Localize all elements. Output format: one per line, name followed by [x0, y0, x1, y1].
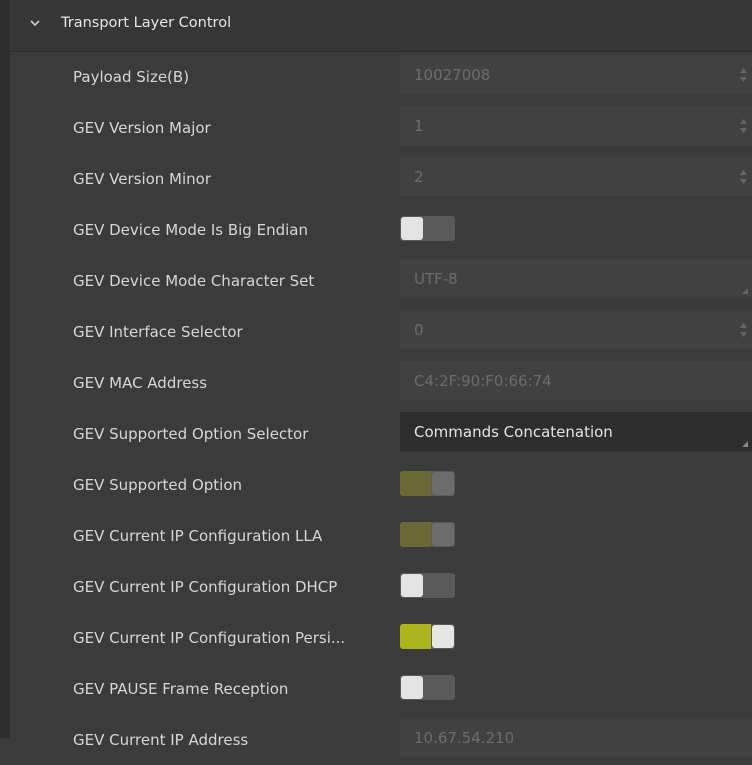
- spin-arrows-icon: [740, 323, 747, 337]
- field-value: C4:2F:90:F0:66:74: [414, 371, 552, 390]
- field-value: 10027008: [414, 65, 491, 84]
- property-label: Payload Size(B): [73, 67, 190, 86]
- dropdown-corner-icon: [742, 288, 748, 294]
- section-title: Transport Layer Control: [61, 15, 232, 31]
- property-row-gev-supported-option-selector: GEV Supported Option Selector Commands Co…: [10, 408, 752, 459]
- toggle-knob: [432, 472, 454, 495]
- transport-layer-panel: Transport Layer Control Payload Size(B) 1…: [10, 0, 752, 757]
- property-row-gev-current-ip-configuration-dhcp: GEV Current IP Configuration DHCP: [10, 561, 752, 612]
- property-row-gev-pause-frame-reception: GEV PAUSE Frame Reception: [10, 663, 752, 714]
- property-row-gev-current-ip-configuration-lla: GEV Current IP Configuration LLA: [10, 510, 752, 561]
- gev-interface-selector-spinbox: 0: [400, 310, 752, 349]
- property-label: GEV Current IP Configuration LLA: [73, 526, 323, 545]
- field-value: 0: [414, 320, 424, 339]
- dropdown-corner-icon: [742, 441, 748, 447]
- property-label: GEV PAUSE Frame Reception: [73, 679, 289, 698]
- gev-current-ip-configuration-dhcp-toggle[interactable]: [400, 573, 455, 598]
- field-value: 1: [414, 116, 424, 135]
- property-label: GEV Current IP Configuration Persi...: [73, 628, 346, 647]
- toggle-knob: [401, 217, 423, 240]
- property-label: GEV Version Minor: [73, 169, 212, 188]
- toggle-knob: [432, 523, 454, 546]
- property-row-gev-interface-selector: GEV Interface Selector 0: [10, 306, 752, 357]
- gev-supported-option-toggle: [400, 471, 455, 496]
- gev-mac-address-field: C4:2F:90:F0:66:74: [400, 361, 752, 400]
- property-row-gev-current-ip-configuration-persi: GEV Current IP Configuration Persi...: [10, 612, 752, 663]
- property-row-gev-device-mode-is-big-endian: GEV Device Mode Is Big Endian: [10, 204, 752, 255]
- toggle-knob: [401, 676, 423, 699]
- gev-current-ip-configuration-persi-toggle[interactable]: [400, 624, 455, 649]
- property-label: GEV Device Mode Is Big Endian: [73, 220, 308, 239]
- toggle-knob: [432, 625, 454, 648]
- property-row-payload-size-b: Payload Size(B) 10027008: [10, 51, 752, 102]
- gev-version-minor-spinbox: 2: [400, 157, 752, 196]
- section-header[interactable]: Transport Layer Control: [10, 0, 752, 52]
- property-label: GEV Current IP Address: [73, 730, 249, 749]
- chevron-down-icon[interactable]: [28, 16, 42, 30]
- property-label: GEV Version Major: [73, 118, 211, 137]
- property-row-gev-mac-address: GEV MAC Address C4:2F:90:F0:66:74: [10, 357, 752, 408]
- property-row-gev-version-minor: GEV Version Minor 2: [10, 153, 752, 204]
- gev-version-major-spinbox: 1: [400, 106, 752, 145]
- payload-size-b-spinbox: 10027008: [400, 55, 752, 94]
- toggle-knob: [401, 574, 423, 597]
- property-label: GEV Current IP Configuration DHCP: [73, 577, 338, 596]
- gev-device-mode-character-set-dropdown: UTF-8: [400, 259, 752, 298]
- property-label: GEV Device Mode Character Set: [73, 271, 315, 290]
- property-row-gev-version-major: GEV Version Major 1: [10, 102, 752, 153]
- property-label: GEV MAC Address: [73, 373, 208, 392]
- gev-device-mode-is-big-endian-toggle: [400, 216, 455, 241]
- property-row-gev-current-ip-address: GEV Current IP Address 10.67.54.210: [10, 714, 752, 765]
- left-edge-strip: [0, 0, 10, 738]
- property-label: GEV Supported Option: [73, 475, 243, 494]
- field-value: 2: [414, 167, 424, 186]
- property-row-gev-device-mode-character-set: GEV Device Mode Character Set UTF-8: [10, 255, 752, 306]
- gev-current-ip-configuration-lla-toggle: [400, 522, 455, 547]
- gev-pause-frame-reception-toggle[interactable]: [400, 675, 455, 700]
- field-value: UTF-8: [414, 269, 458, 288]
- gev-supported-option-selector-dropdown[interactable]: Commands Concatenation: [400, 412, 752, 451]
- spin-arrows-icon: [740, 170, 747, 184]
- field-value: Commands Concatenation: [414, 422, 613, 441]
- property-label: GEV Interface Selector: [73, 322, 243, 341]
- spin-arrows-icon: [740, 68, 747, 82]
- property-label: GEV Supported Option Selector: [73, 424, 309, 443]
- spin-arrows-icon: [740, 119, 747, 133]
- property-row-gev-supported-option: GEV Supported Option: [10, 459, 752, 510]
